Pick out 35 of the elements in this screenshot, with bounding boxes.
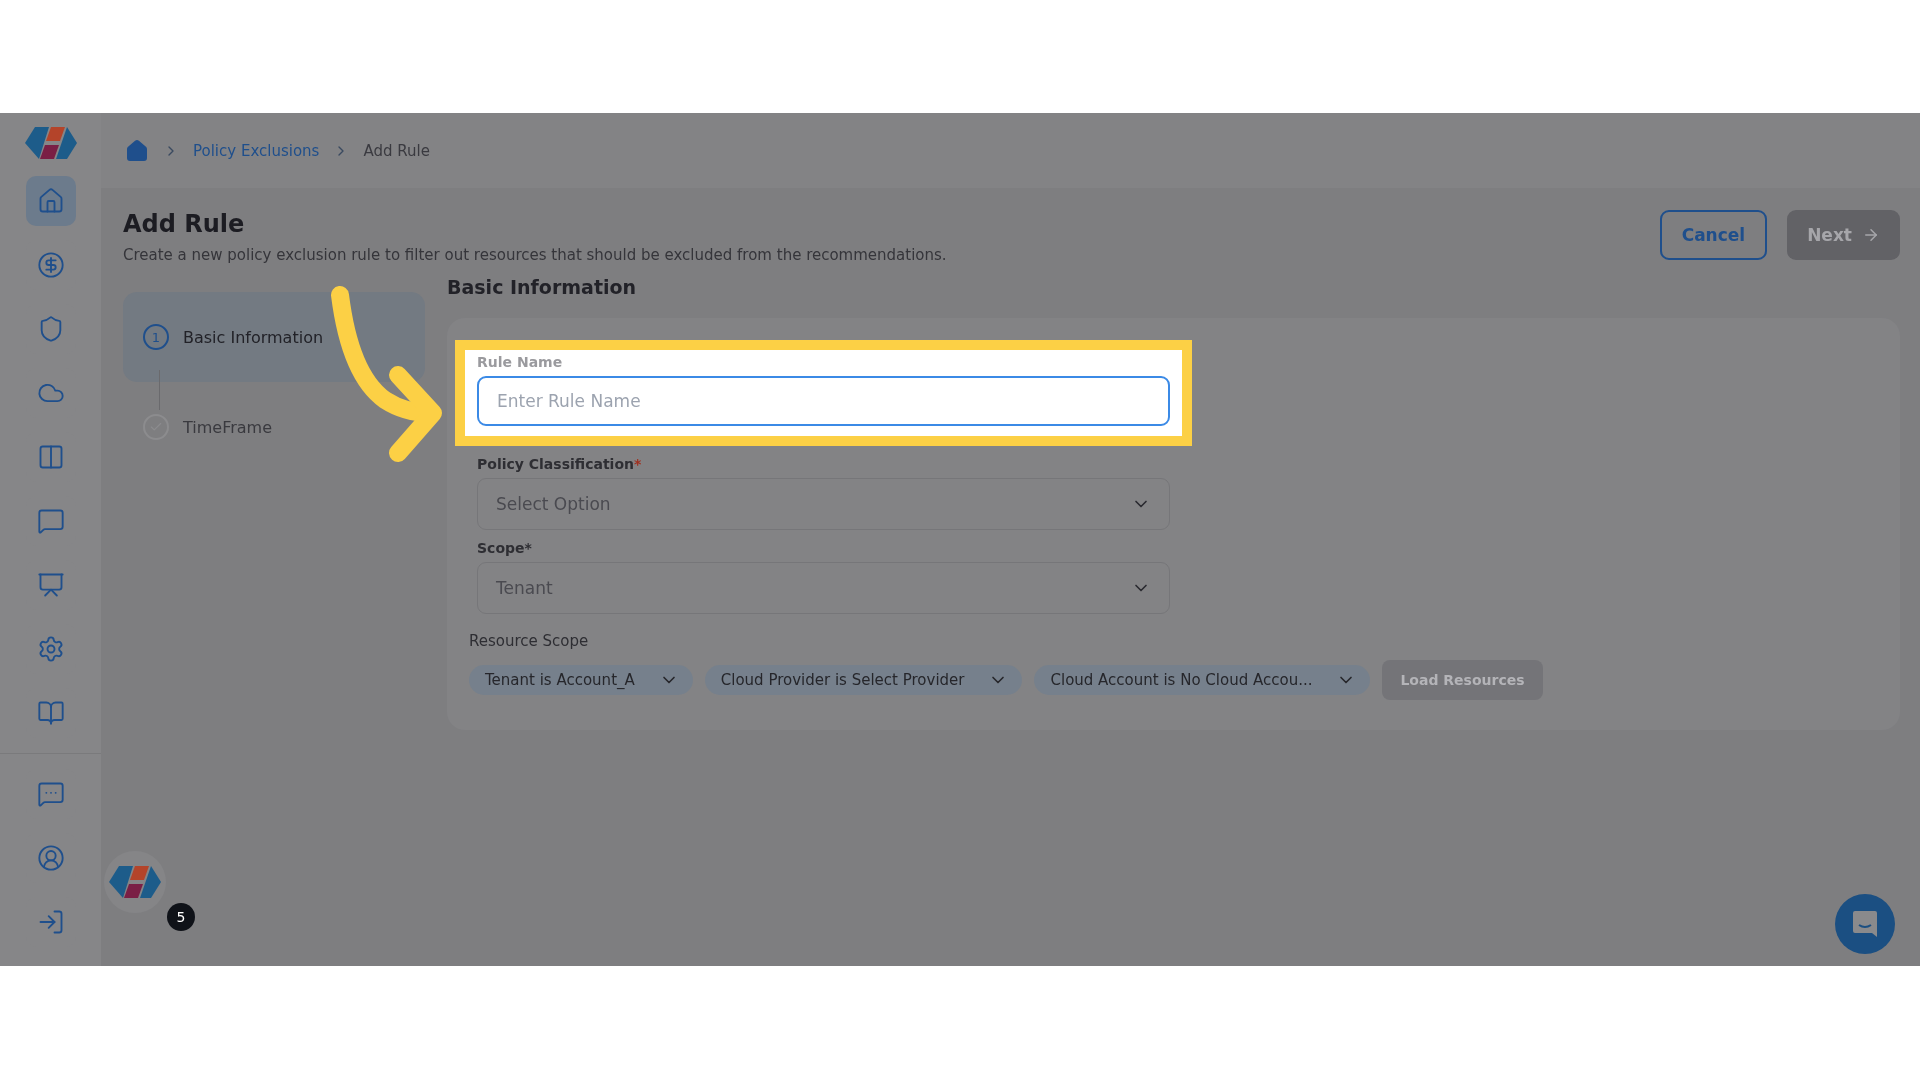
step-number: 1: [143, 324, 169, 350]
chat-icon: [36, 507, 65, 535]
cancel-button[interactable]: Cancel: [1659, 210, 1768, 260]
select-field[interactable]: Select Option: [477, 478, 1170, 530]
page-title: Add Rule: [123, 210, 246, 238]
message-icon: [36, 780, 65, 808]
select-field[interactable]: Tenant: [477, 562, 1170, 614]
chat-icon: [1852, 910, 1878, 938]
field-label: Scope*: [477, 540, 533, 556]
sidebar-item[interactable]: [25, 176, 76, 226]
user-icon: [36, 844, 65, 872]
count-badge: 5: [167, 903, 195, 931]
resource-scope-label: Resource Scope: [469, 632, 590, 650]
breadcrumb-link[interactable]: Policy Exclusions: [193, 141, 320, 160]
filter-dropdown[interactable]: Cloud Account is No Cloud Accou...: [1034, 665, 1371, 695]
book-icon: [36, 699, 65, 727]
chat-button[interactable]: [1835, 894, 1895, 954]
breadcrumb-current: Add Rule: [363, 141, 430, 160]
step-item[interactable]: 1 Basic Information: [123, 292, 425, 382]
presentation-icon: [36, 571, 65, 599]
section-title: Basic Information: [447, 276, 638, 298]
page-description: Create a new policy exclusion rule to filter out resources that should be excluded from the recommendations.: [123, 246, 947, 264]
field-label: Policy Classification*: [477, 456, 643, 472]
filter-dropdown[interactable]: Cloud Provider is Select Provider: [704, 665, 1023, 695]
home-icon[interactable]: [125, 138, 149, 163]
logo-icon: [24, 127, 77, 159]
rule-name-field[interactable]: Enter Rule Name: [477, 376, 1170, 426]
step-label: TimeFrame: [183, 417, 272, 437]
arrow-icon: [1862, 226, 1880, 244]
logo-icon: [109, 866, 161, 898]
step-item[interactable]: TimeFrame: [123, 382, 425, 472]
field-label: Rule Name: [477, 354, 564, 370]
filter-dropdown[interactable]: Tenant is Account_A: [469, 665, 693, 695]
step-label: Basic Information: [183, 327, 324, 347]
dollar-icon: [36, 251, 65, 279]
